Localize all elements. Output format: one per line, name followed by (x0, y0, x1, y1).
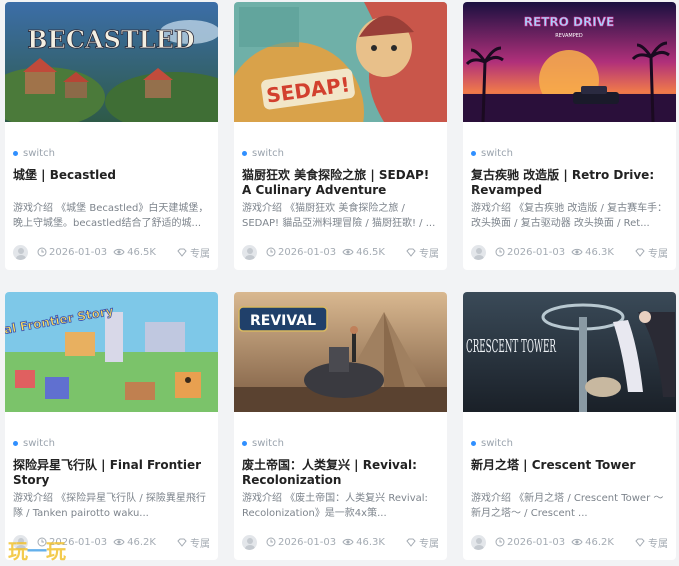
game-description: 游戏介绍 《城堡 Becastled》白天建城堡，晚上守城堡。becastled… (13, 203, 209, 229)
game-card[interactable]: Final Frontier Story switch 探险异星飞行队 | Fi… (5, 292, 218, 560)
game-cover-image[interactable]: Final Frontier Story (5, 292, 218, 412)
view-count: 46.3K (356, 536, 385, 548)
game-card[interactable]: REVIVAL switch 废土帝国：人类复兴 | Revival: Reco… (234, 292, 447, 560)
category-dot (242, 150, 247, 156)
exclusive-badge: 专属 (406, 245, 439, 260)
game-card[interactable]: SEDAP! switch 猫厨狂欢 美食探险之旅 | SEDAP! A Cul… (234, 2, 447, 270)
game-description: 游戏介绍 《废土帝国：人类复兴 Revival: Recolonization》… (242, 493, 428, 519)
card-meta: 2026-01-03 46.3K 专属 (242, 534, 439, 550)
view-count: 46.5K (356, 246, 385, 258)
site-watermark-logo: 玩一玩 (8, 539, 66, 563)
category-tag[interactable]: switch (13, 436, 210, 450)
category-dot (13, 440, 18, 446)
game-description: 游戏介绍 《猫厨狂欢 美食探险之旅 / SEDAP! 貓品亞洲料理冒險 / 猫厨… (242, 203, 436, 229)
game-title-link[interactable]: 废土帝国：人类复兴 | Revival: Recolonization (242, 458, 439, 487)
card-meta: 2026-01-03 46.2K 专属 (471, 534, 668, 550)
category-tag[interactable]: switch (471, 436, 668, 450)
post-date: 2026-01-03 (507, 246, 566, 258)
category-label: switch (23, 147, 55, 159)
post-date: 2026-01-03 (507, 536, 566, 548)
game-title-link[interactable]: 新月之塔 | Crescent Tower (471, 458, 668, 487)
diamond-icon (635, 248, 645, 257)
category-label: switch (252, 147, 284, 159)
game-description: 游戏介绍 《复古疾驰 改造版 / 复古赛车手：改头换面 / 复古驱动器 改头换面… (471, 203, 668, 229)
view-count: 46.3K (585, 246, 614, 258)
game-title-link[interactable]: 复古疾驰 改造版 | Retro Drive: Revamped (471, 168, 668, 197)
clock-icon (37, 247, 47, 257)
eye-icon (342, 248, 354, 256)
diamond-icon (177, 538, 187, 547)
category-dot (13, 150, 18, 156)
exclusive-label: 专属 (419, 538, 439, 550)
eye-icon (571, 538, 583, 546)
exclusive-label: 专属 (648, 538, 668, 550)
category-dot (471, 440, 476, 446)
exclusive-badge: 专属 (177, 535, 210, 550)
game-cover-image[interactable]: RETRO DRIVE REVAMPED (463, 2, 676, 122)
exclusive-label: 专属 (190, 248, 210, 260)
exclusive-label: 专属 (190, 538, 210, 550)
category-label: switch (481, 437, 513, 449)
cover-title-text: REVIVAL (250, 313, 316, 329)
game-cover-image[interactable]: REVIVAL (234, 292, 447, 412)
game-card-grid: BECASTLED switch 城堡 | Becastled 游戏介绍 《城堡… (5, 2, 676, 560)
post-date: 2026-01-03 (278, 246, 337, 258)
clock-icon (495, 247, 505, 257)
exclusive-badge: 专属 (635, 245, 668, 260)
diamond-icon (406, 538, 416, 547)
game-cover-image[interactable]: CRESCENT TOWER (463, 292, 676, 412)
exclusive-badge: 专属 (406, 535, 439, 550)
game-cover-image[interactable]: SEDAP! (234, 2, 447, 122)
exclusive-label: 专属 (648, 248, 668, 260)
exclusive-label: 专属 (419, 248, 439, 260)
game-title-link[interactable]: 猫厨狂欢 美食探险之旅 | SEDAP! A Culinary Adventur… (242, 168, 439, 197)
game-card[interactable]: BECASTLED switch 城堡 | Becastled 游戏介绍 《城堡… (5, 2, 218, 270)
cover-subtitle-text: REVAMPED (555, 33, 583, 39)
post-date: 2026-01-03 (278, 536, 337, 548)
game-description: 游戏介绍 《探险异星飞行队 / 探險異星飛行隊 / Tanken pairott… (13, 493, 206, 519)
category-tag[interactable]: switch (471, 146, 668, 160)
exclusive-badge: 专属 (177, 245, 210, 260)
clock-icon (266, 537, 276, 547)
eye-icon (571, 248, 583, 256)
game-cover-image[interactable]: BECASTLED (5, 2, 218, 122)
category-label: switch (481, 147, 513, 159)
author-avatar[interactable] (242, 534, 257, 550)
cover-title-text: CRESCENT TOWER (466, 336, 556, 357)
diamond-icon (635, 538, 645, 547)
cover-title-text: BECASTLED (27, 25, 194, 54)
game-card[interactable]: RETRO DRIVE REVAMPED switch 复古疾驰 改造版 | R… (463, 2, 676, 270)
category-tag[interactable]: switch (242, 436, 439, 450)
card-meta: 2026-01-03 46.5K 专属 (13, 244, 210, 260)
category-label: switch (23, 437, 55, 449)
game-card[interactable]: CRESCENT TOWER switch 新月之塔 | Crescent To… (463, 292, 676, 560)
game-title-link[interactable]: 探险异星飞行队 | Final Frontier Story (13, 458, 210, 487)
category-label: switch (252, 437, 284, 449)
card-meta: 2026-01-03 46.3K 专属 (471, 244, 668, 260)
diamond-icon (177, 248, 187, 257)
eye-icon (113, 538, 125, 546)
view-count: 46.5K (127, 246, 156, 258)
view-count: 46.2K (127, 536, 156, 548)
author-avatar[interactable] (242, 244, 257, 260)
category-tag[interactable]: switch (242, 146, 439, 160)
view-count: 46.2K (585, 536, 614, 548)
eye-icon (342, 538, 354, 546)
post-date: 2026-01-03 (49, 246, 108, 258)
category-dot (242, 440, 247, 446)
exclusive-badge: 专属 (635, 535, 668, 550)
game-description: 游戏介绍 《新月之塔 / Crescent Tower ～新月之塔～ / Cre… (471, 493, 664, 519)
category-dot (471, 150, 476, 156)
card-meta: 2026-01-03 46.5K 专属 (242, 244, 439, 260)
clock-icon (266, 247, 276, 257)
game-title-link[interactable]: 城堡 | Becastled (13, 168, 210, 197)
author-avatar[interactable] (13, 244, 28, 260)
clock-icon (495, 537, 505, 547)
eye-icon (113, 248, 125, 256)
cover-title-text: RETRO DRIVE (524, 15, 614, 29)
author-avatar[interactable] (471, 244, 486, 260)
category-tag[interactable]: switch (13, 146, 210, 160)
author-avatar[interactable] (471, 534, 486, 550)
diamond-icon (406, 248, 416, 257)
